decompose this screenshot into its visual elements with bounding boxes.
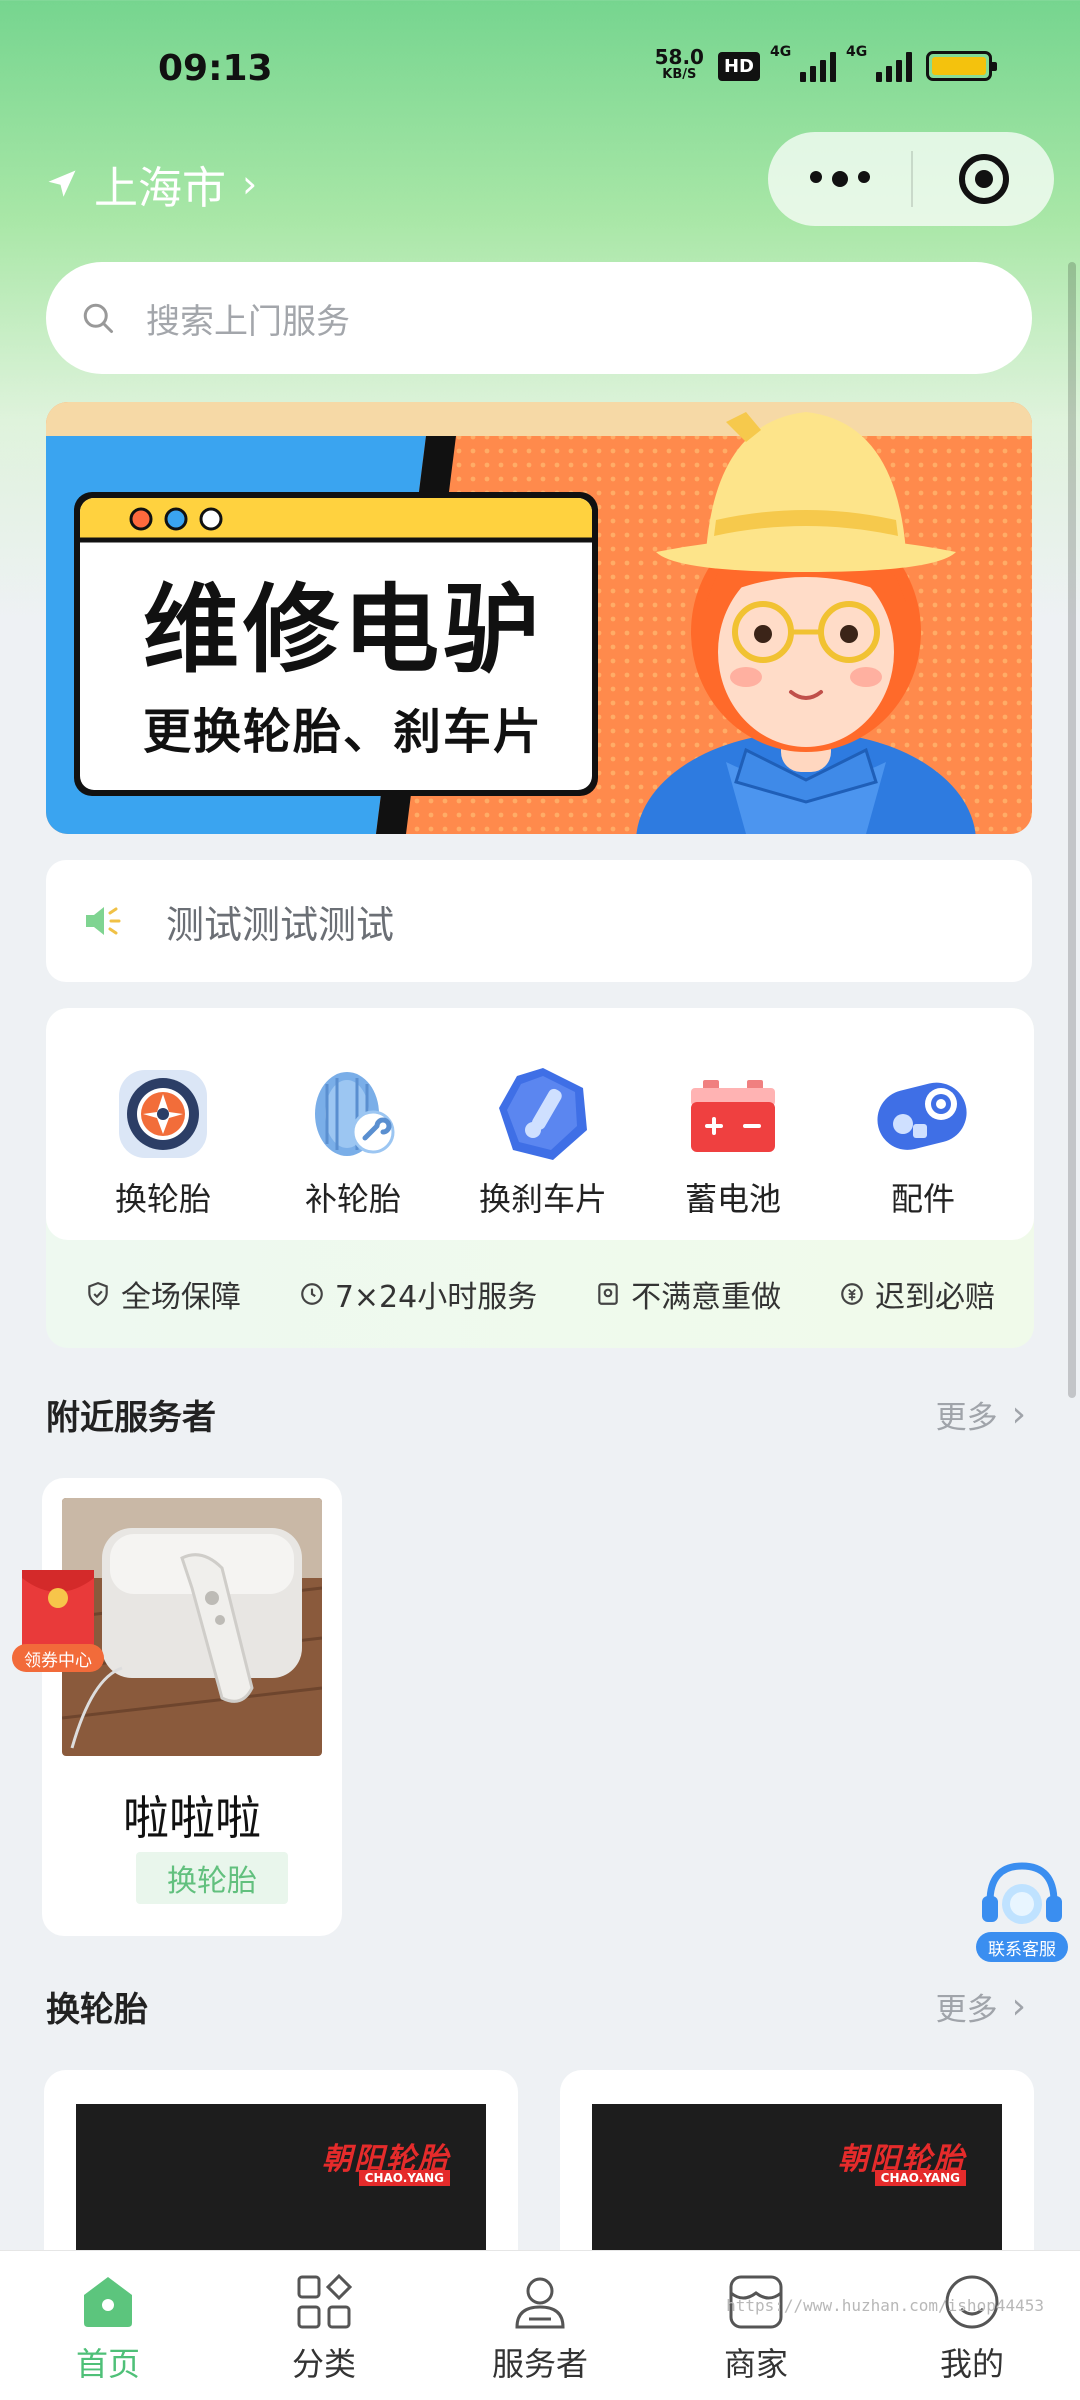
product-brand-en: CHAO.YANG <box>874 2170 966 2186</box>
category-label: 换轮胎 <box>114 1180 211 1218</box>
customer-service-button[interactable]: 联系客服 <box>976 1856 1068 1966</box>
tab-home[interactable]: 首页 <box>0 2251 216 2400</box>
tire-more-link[interactable]: 更多 › <box>936 1984 1026 2029</box>
tire-icon <box>113 1064 213 1164</box>
location-arrow-icon <box>48 170 76 197</box>
category-item-tire-change[interactable]: 换轮胎 <box>88 1064 238 1240</box>
parts-icon <box>873 1064 973 1164</box>
location-city: 上海市 <box>94 163 226 214</box>
tab-label: 服务者 <box>491 2345 588 2383</box>
guarantee-item: 全场保障 <box>85 1272 241 1316</box>
tab-providers[interactable]: 服务者 <box>432 2251 648 2400</box>
scrollbar[interactable] <box>1068 262 1076 1398</box>
notice-text: 测试测试测试 <box>166 902 395 947</box>
signal-label: 4G <box>770 44 792 60</box>
category-item-tire-repair[interactable]: 补轮胎 <box>278 1064 428 1240</box>
more-label: 更多 <box>935 1400 998 1436</box>
tab-label: 分类 <box>291 2345 356 2383</box>
status-time: 09:13 <box>158 48 273 89</box>
more-label: 更多 <box>935 1992 998 2028</box>
search-bar[interactable]: 搜索上门服务 <box>46 262 1032 374</box>
category-item-brake-pad[interactable]: 换刹车片 <box>468 1064 618 1240</box>
guarantee-item: 不满意重做 <box>595 1272 781 1316</box>
net-speed: 58.0 KB/S <box>654 45 704 84</box>
category-item-battery[interactable]: 蓄电池 <box>658 1064 808 1240</box>
battery-icon <box>683 1064 783 1164</box>
target-icon <box>958 154 1009 204</box>
watermark: https://www.huzhan.com/ishop44453 <box>726 2296 1044 2315</box>
close-target-button[interactable] <box>913 152 1054 206</box>
more-menu-button[interactable] <box>768 171 911 187</box>
guarantee-row: 全场保障 7×24小时服务 不满意重做 迟到必赔 <box>46 1240 1034 1348</box>
category-panel: 换轮胎 补轮胎 换刹车片 蓄电池 配件 全场保障 7×24小时服务 不满意重做 … <box>46 1008 1034 1348</box>
tab-category[interactable]: 分类 <box>216 2251 432 2400</box>
tab-merchant[interactable]: 商家 <box>648 2251 864 2400</box>
category-label: 补轮胎 <box>304 1180 401 1218</box>
speaker-icon <box>86 907 121 935</box>
net-speed-value: 58.0 <box>654 45 704 69</box>
battery-icon <box>926 51 997 81</box>
bottom-tab-bar: 首页 分类 服务者 商家 我的 <box>0 2250 1080 2400</box>
provider-tag: 换轮胎 <box>136 1852 288 1904</box>
tire-repair-icon <box>303 1064 403 1164</box>
headset-icon <box>982 1862 1062 1924</box>
nearby-section-title: 附近服务者 <box>46 1398 216 1438</box>
status-icons: 58.0 KB/S HD 4G 4G <box>654 44 997 84</box>
guarantee-label: 全场保障 <box>120 1280 241 1315</box>
signal-icon-2: 4G <box>846 44 912 82</box>
guarantee-label: 迟到必赔 <box>875 1280 996 1315</box>
hd-icon: HD <box>717 51 760 81</box>
promo-banner[interactable]: 维修电驴 更换轮胎、刹车片 <box>46 402 1032 834</box>
coupon-center-button[interactable]: 领券中心 <box>12 1566 104 1674</box>
location-selector[interactable]: 上海市 › <box>44 152 257 216</box>
grid-icon <box>297 2273 353 2329</box>
product-brand-en: CHAO.YANG <box>358 2170 450 2186</box>
guarantee-label: 不满意重做 <box>631 1280 782 1315</box>
miniprogram-capsule <box>768 132 1054 226</box>
signal-icon: 4G <box>770 44 836 82</box>
shield-icon <box>88 1282 108 1307</box>
compensation-icon <box>841 1283 863 1305</box>
chevron-right-icon: › <box>1011 1986 1026 2027</box>
person-icon <box>515 2277 565 2329</box>
guarantee-label: 7×24小时服务 <box>334 1280 538 1315</box>
tab-mine[interactable]: 我的 <box>864 2251 1080 2400</box>
search-icon <box>83 303 113 333</box>
category-item-parts[interactable]: 配件 <box>848 1064 998 1240</box>
chevron-right-icon: › <box>1011 1394 1026 1435</box>
provider-name: 啦啦啦 <box>123 1791 261 1845</box>
clock-icon <box>300 1283 323 1305</box>
chevron-right-icon: › <box>242 162 258 206</box>
redo-icon <box>598 1283 618 1305</box>
notice-bar[interactable]: 测试测试测试 <box>46 860 1032 982</box>
category-label: 配件 <box>890 1180 955 1218</box>
signal-label-2: 4G <box>846 44 868 60</box>
category-label: 蓄电池 <box>684 1180 781 1218</box>
coupon-label: 领券中心 <box>12 1644 104 1672</box>
guarantee-item: 7×24小时服务 <box>299 1272 537 1316</box>
nearby-more-link[interactable]: 更多 › <box>936 1392 1026 1437</box>
category-label: 换刹车片 <box>478 1180 607 1218</box>
search-placeholder: 搜索上门服务 <box>146 301 350 342</box>
tab-label: 首页 <box>75 2345 140 2383</box>
brake-pad-icon <box>493 1064 593 1164</box>
banner-subtitle: 更换轮胎、刹车片 <box>142 704 543 760</box>
tire-section-title: 换轮胎 <box>46 1990 148 2030</box>
guarantee-item: 迟到必赔 <box>839 1272 995 1316</box>
tab-label: 我的 <box>939 2345 1004 2383</box>
tab-label: 商家 <box>723 2345 788 2383</box>
banner-title: 维修电驴 <box>143 574 543 686</box>
home-icon <box>84 2277 132 2327</box>
customer-service-label: 联系客服 <box>976 1932 1068 1962</box>
